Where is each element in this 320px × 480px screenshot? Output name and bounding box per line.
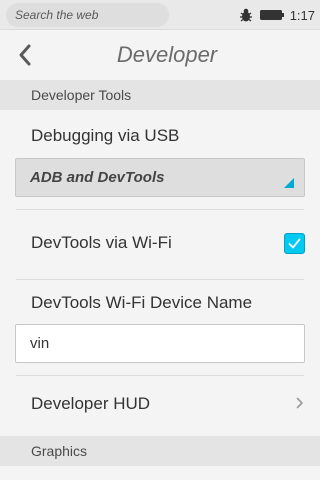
divider — [16, 209, 304, 210]
status-time: 1:17 — [289, 7, 315, 23]
debugging-usb-selected-value: ADB and DevTools — [30, 169, 165, 186]
status-icons: 1:17 — [238, 0, 315, 30]
header: Developer — [0, 30, 320, 80]
debugging-usb-select[interactable]: ADB and DevTools — [15, 158, 305, 197]
device-name-input[interactable] — [15, 324, 305, 363]
section-header-graphics: Graphics — [0, 436, 320, 466]
search-bar[interactable]: Search the web — [6, 3, 169, 27]
devtools-wifi-label: DevTools via Wi-Fi — [31, 233, 172, 252]
checkmark-icon — [288, 238, 301, 249]
device-name-label: DevTools Wi-Fi Device Name — [31, 293, 253, 312]
list-continuation — [0, 466, 320, 480]
debugging-usb-label: Debugging via USB — [31, 126, 180, 145]
divider — [16, 279, 304, 280]
dropdown-arrow-icon — [284, 178, 294, 188]
devtools-wifi-checkbox[interactable] — [284, 233, 305, 254]
page-title: Developer — [116, 42, 218, 67]
divider — [16, 375, 304, 376]
developer-hud-item[interactable]: Developer HUD — [31, 394, 150, 414]
chevron-right-icon[interactable] — [296, 397, 304, 409]
battery-icon — [259, 10, 284, 20]
status-bar: Search the web 1:17 — [0, 0, 320, 30]
section-header-developer-tools: Developer Tools — [0, 80, 320, 110]
bug-icon — [239, 8, 252, 22]
